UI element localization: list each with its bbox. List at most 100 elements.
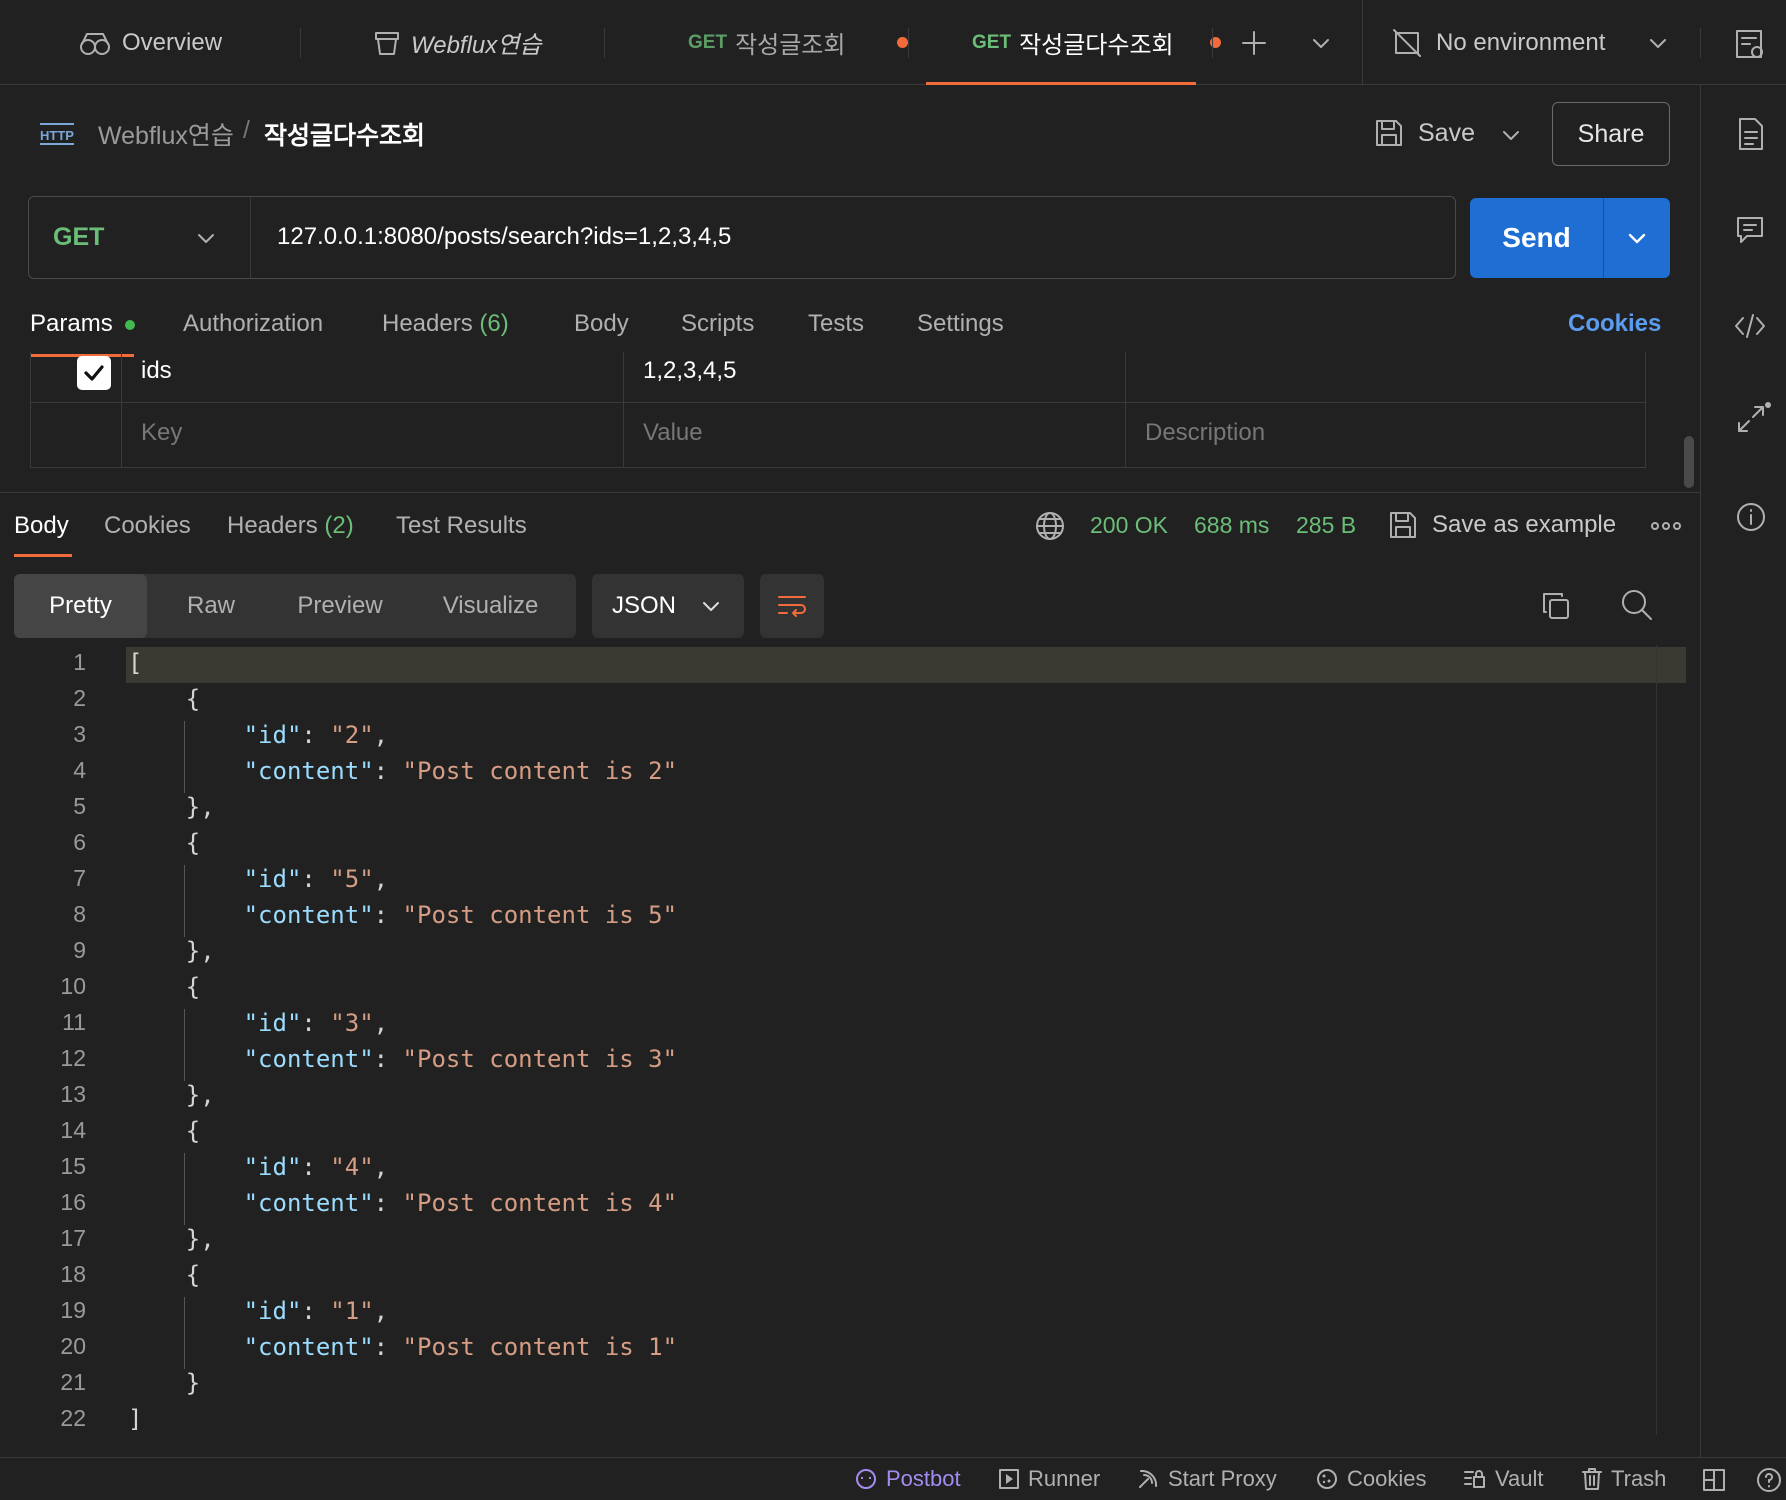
tabs-dropdown-chevron-icon[interactable] [1310, 32, 1332, 54]
vault-button[interactable]: Vault [1463, 1466, 1544, 1492]
response-size[interactable]: 285 B [1296, 512, 1356, 539]
param-key-placeholder[interactable]: Key [141, 419, 182, 447]
help-icon[interactable] [1756, 1467, 1782, 1493]
response-time[interactable]: 688 ms [1194, 512, 1269, 539]
tab-body[interactable]: Body [574, 310, 629, 338]
response-headers-count: (2) [324, 512, 354, 539]
send-options-chevron-icon[interactable] [1604, 198, 1670, 278]
json-id-line: "id": "1", [243, 1297, 389, 1325]
start-proxy-label: Start Proxy [1168, 1466, 1277, 1491]
json-key: "content" [243, 1333, 374, 1361]
breadcrumb-request[interactable]: 작성글다수조회 [264, 116, 425, 152]
line-number: 11 [62, 1009, 86, 1035]
send-button-group: Send [1470, 198, 1670, 278]
param-key[interactable]: ids [141, 357, 172, 385]
view-raw[interactable]: Raw [147, 574, 275, 638]
status-footer: Postbot Runner Start Proxy Cookies Vault… [0, 1457, 1786, 1500]
object-close-brace: }, [128, 937, 215, 965]
json-value: "1" [330, 1297, 374, 1325]
line-number: 6 [73, 829, 86, 855]
copy-icon[interactable] [1540, 590, 1572, 622]
share-button[interactable]: Share [1552, 102, 1670, 166]
param-value[interactable]: 1,2,3,4,5 [643, 357, 736, 385]
http-icon: HTTP [38, 118, 76, 150]
more-options-icon[interactable] [1650, 516, 1682, 536]
line-number: 15 [60, 1153, 86, 1179]
breadcrumb-collection[interactable]: Webflux연습 [98, 116, 234, 152]
active-response-tab-indicator [14, 554, 72, 557]
add-tab-icon[interactable] [1240, 29, 1268, 57]
tab-authorization[interactable]: Authorization [183, 310, 323, 338]
status-code[interactable]: 200 OK [1090, 512, 1168, 539]
response-tab-test-results[interactable]: Test Results [396, 512, 527, 540]
line-number: 18 [60, 1261, 86, 1287]
trash-label: Trash [1611, 1466, 1667, 1491]
json-key: "content" [243, 901, 374, 929]
json-key: "content" [243, 1189, 374, 1217]
tab-settings[interactable]: Settings [917, 310, 1004, 338]
tab-request-2[interactable]: GET 작성글다수조회 [972, 0, 1221, 85]
param-checkbox[interactable] [77, 356, 111, 390]
tab-overview[interactable]: Overview [78, 0, 222, 85]
response-tab-cookies[interactable]: Cookies [104, 512, 191, 540]
tab-collection[interactable]: Webflux연습 [373, 0, 541, 85]
params-scrollbar[interactable] [1684, 436, 1694, 488]
tab-params[interactable]: Params [30, 310, 136, 338]
url-input[interactable]: 127.0.0.1:8080/posts/search?ids=1,2,3,4,… [277, 223, 731, 251]
pane-divider[interactable] [0, 492, 1700, 493]
send-button[interactable]: Send [1470, 198, 1604, 278]
response-tab-headers[interactable]: Headers (2) [227, 512, 354, 540]
checkmark-icon [84, 365, 104, 381]
wrap-lines-icon [778, 596, 806, 617]
footer-cookies-button[interactable]: Cookies [1315, 1466, 1426, 1492]
param-description-placeholder[interactable]: Description [1145, 419, 1265, 447]
cookies-link[interactable]: Cookies [1568, 310, 1661, 338]
response-tab-headers-label: Headers [227, 512, 318, 539]
start-proxy-button[interactable]: Start Proxy [1136, 1466, 1277, 1492]
object-close-brace: }, [128, 1081, 215, 1109]
wrap-lines-button[interactable] [760, 574, 824, 638]
response-tab-body[interactable]: Body [14, 512, 69, 540]
code-icon[interactable] [1733, 313, 1767, 339]
footer-cookies-label: Cookies [1347, 1466, 1427, 1491]
proxy-icon [1136, 1467, 1160, 1491]
comments-icon[interactable] [1735, 215, 1765, 245]
trash-button[interactable]: Trash [1581, 1466, 1666, 1492]
info-icon[interactable] [1735, 501, 1767, 533]
save-button[interactable]: Save [1374, 118, 1475, 148]
param-value-placeholder[interactable]: Value [643, 419, 703, 447]
tab-headers[interactable]: Headers (6) [382, 310, 509, 338]
method-selector[interactable]: GET [29, 197, 251, 278]
json-value: "2" [330, 721, 374, 749]
view-preview[interactable]: Preview [275, 574, 405, 638]
tab-scripts[interactable]: Scripts [681, 310, 754, 338]
related-collections-icon[interactable] [1735, 401, 1771, 437]
tab-request-1[interactable]: GET 작성글조회 [688, 0, 909, 85]
save-icon [1388, 510, 1418, 540]
response-body-viewer[interactable]: 1 [2 {3 "id": "2", 4 "content": "Post cont… [0, 645, 1690, 1435]
globe-icon[interactable] [1034, 510, 1066, 542]
layout-toggle-icon[interactable] [1702, 1468, 1726, 1492]
tab-headers-label: Headers [382, 310, 473, 337]
documentation-icon[interactable] [1737, 117, 1765, 151]
method-label: GET [53, 223, 105, 251]
chevron-down-icon [195, 227, 217, 249]
json-value: "Post content is 4" [402, 1189, 678, 1217]
tab-request-1-label: 작성글조회 [735, 32, 846, 59]
environment-quick-look-icon[interactable] [1734, 28, 1766, 60]
runner-button[interactable]: Runner [998, 1466, 1100, 1492]
save-as-example-button[interactable]: Save as example [1388, 510, 1616, 540]
postbot-button[interactable]: Postbot [854, 1466, 961, 1492]
search-icon[interactable] [1620, 588, 1654, 622]
format-selector[interactable]: JSON [592, 574, 744, 638]
line-number: 10 [60, 973, 86, 999]
object-open-brace: { [128, 1261, 201, 1289]
save-options-chevron-icon[interactable] [1500, 124, 1522, 146]
environment-selector[interactable]: No environment [1392, 0, 1669, 85]
view-pretty[interactable]: Pretty [14, 574, 147, 638]
tab-tests[interactable]: Tests [808, 310, 864, 338]
collection-icon [373, 29, 401, 57]
object-close-brace: } [128, 1369, 201, 1397]
view-visualize[interactable]: Visualize [405, 574, 576, 638]
runner-icon [998, 1468, 1020, 1490]
